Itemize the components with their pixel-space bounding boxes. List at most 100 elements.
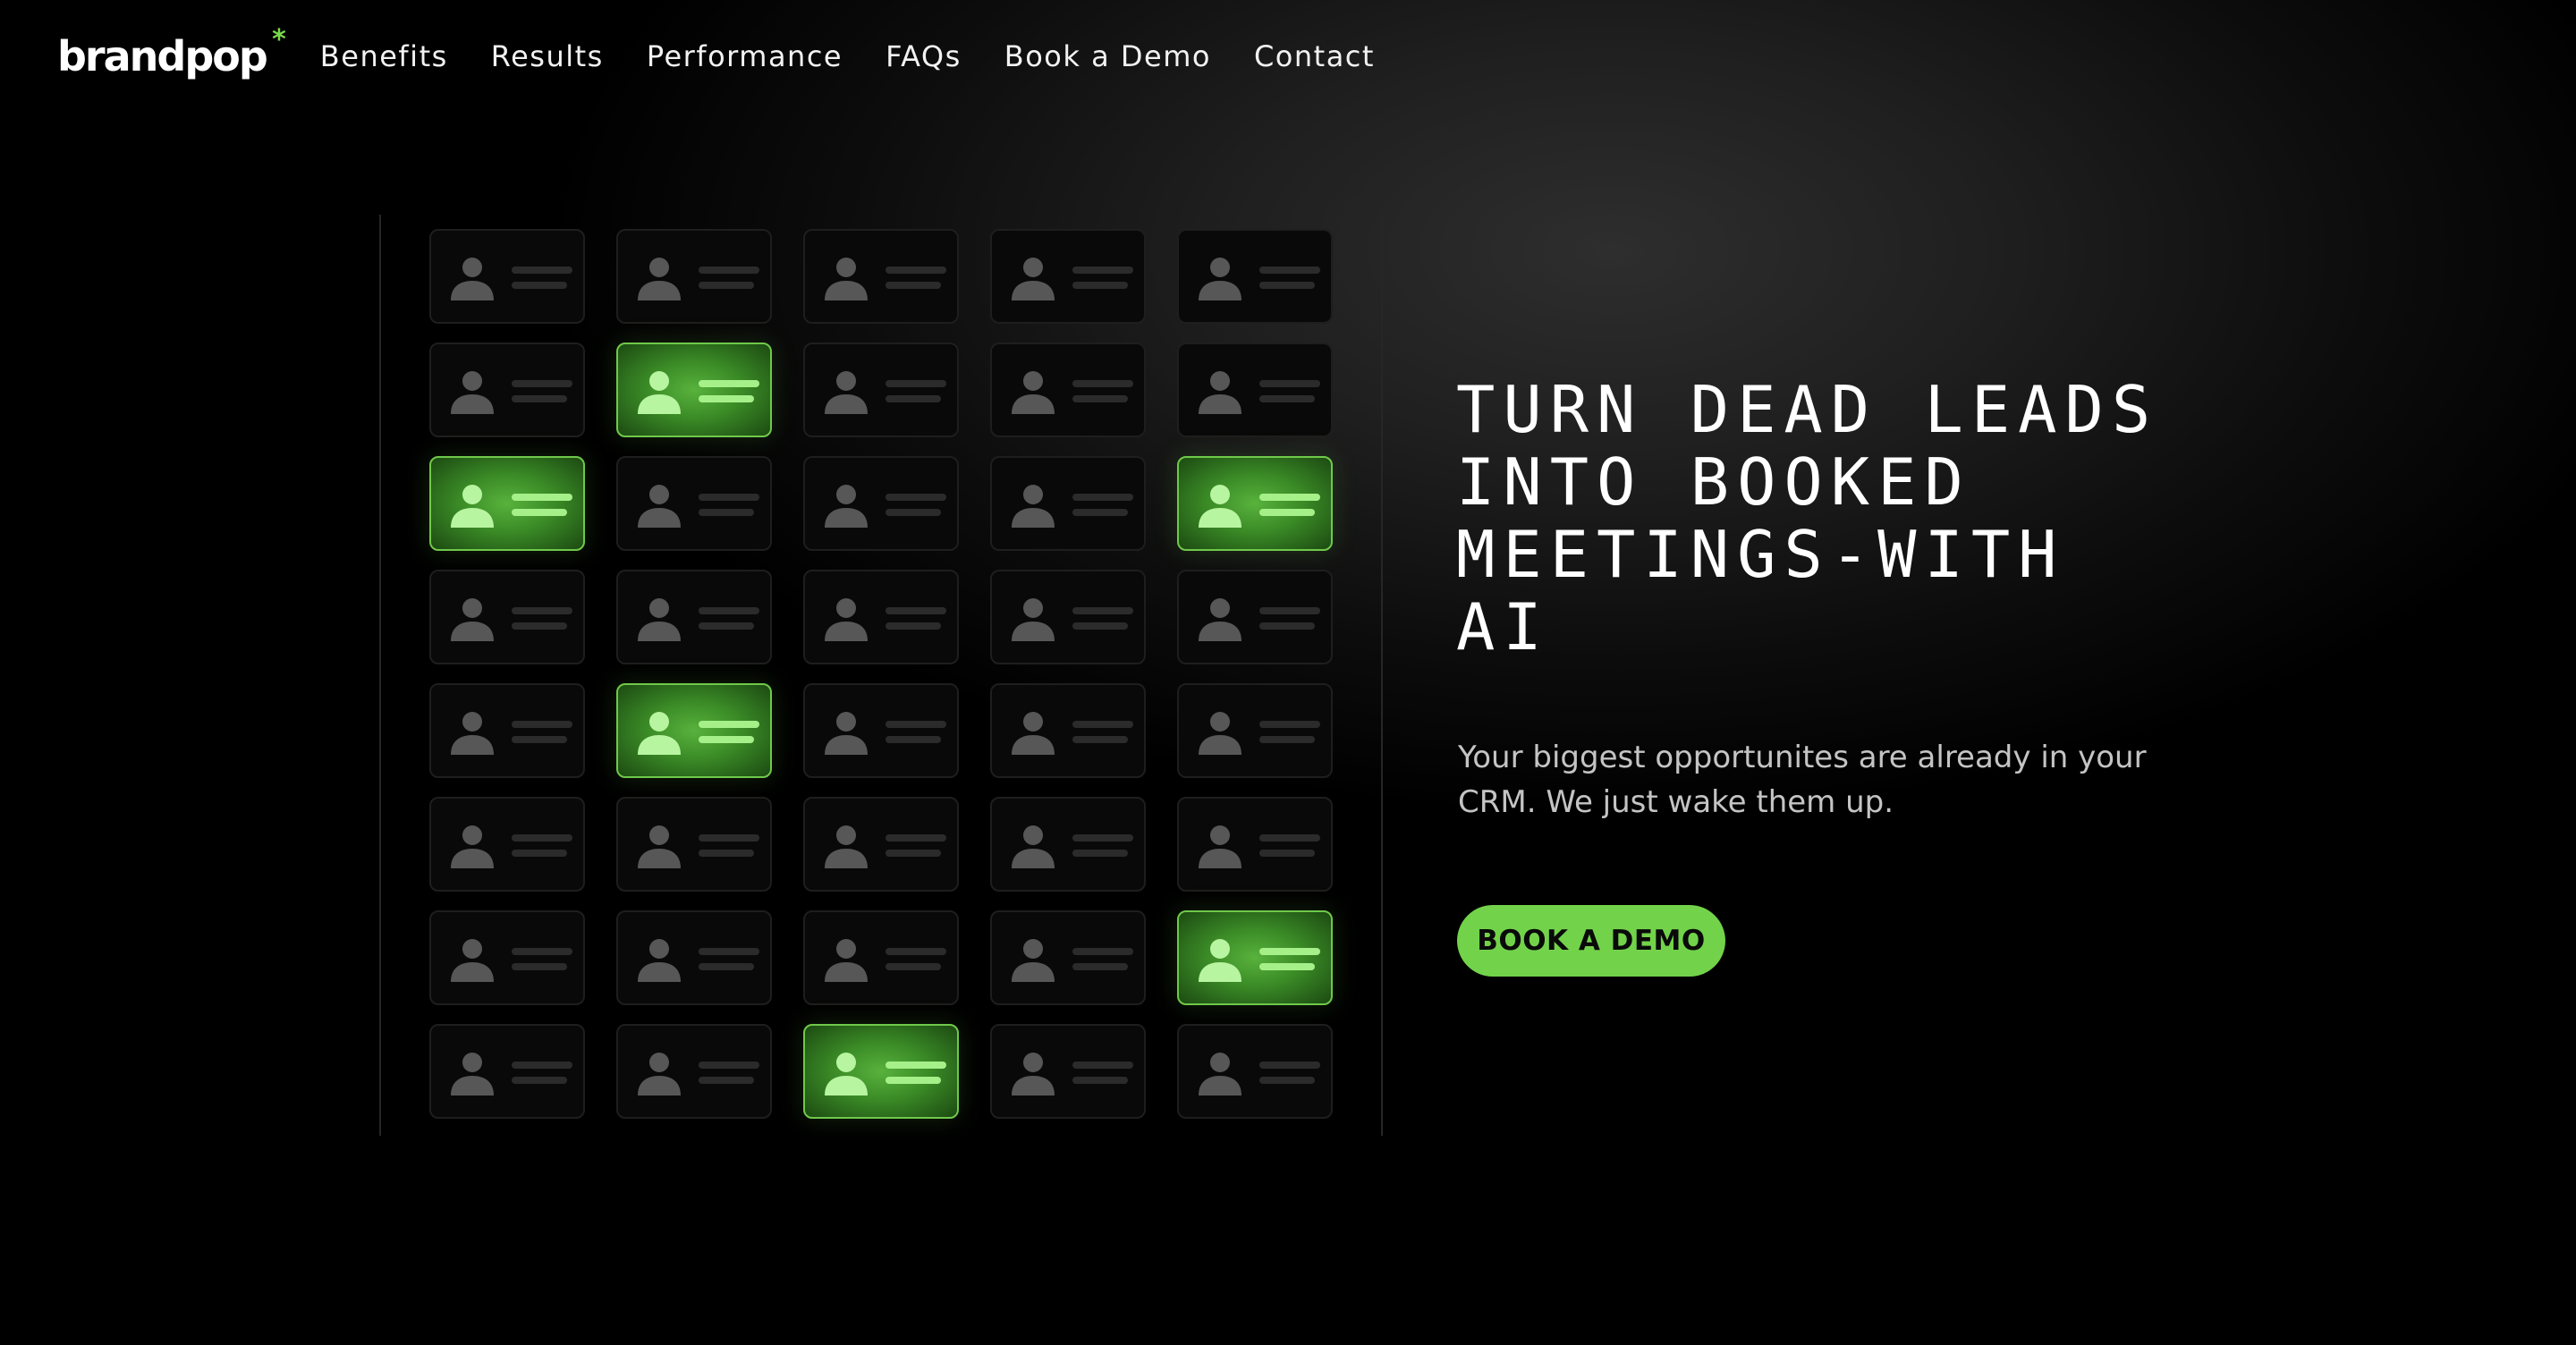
person-icon xyxy=(825,371,868,414)
text-placeholder-line xyxy=(886,509,941,516)
person-icon xyxy=(638,1053,681,1095)
lead-card xyxy=(803,683,959,778)
text-placeholder-line xyxy=(699,622,754,630)
text-placeholder-line xyxy=(886,850,941,857)
nav-link-faqs[interactable]: FAQs xyxy=(886,39,962,73)
lead-card-highlighted xyxy=(803,1024,959,1119)
hero-title-line: AI xyxy=(1456,589,1550,664)
text-placeholder-line xyxy=(512,380,572,387)
hero-title-line: TURN DEAD LEADS xyxy=(1456,372,2159,447)
text-placeholder-line xyxy=(699,266,759,274)
lead-card xyxy=(616,456,772,551)
lead-card xyxy=(990,797,1146,892)
lead-card-grid xyxy=(429,229,1333,1119)
person-icon xyxy=(451,598,494,641)
nav-links: Benefits Results Performance FAQs Book a… xyxy=(320,39,1375,73)
person-icon xyxy=(1012,825,1055,868)
text-placeholder-line xyxy=(512,963,567,970)
hero-title-line: INTO BOOKED xyxy=(1456,444,1971,520)
person-icon xyxy=(1199,371,1241,414)
text-placeholder-line xyxy=(886,494,946,501)
lead-card-highlighted xyxy=(616,343,772,437)
person-icon xyxy=(1012,939,1055,982)
person-icon xyxy=(638,825,681,868)
lead-card xyxy=(990,1024,1146,1119)
text-placeholder-line xyxy=(699,380,759,387)
text-placeholder-line xyxy=(886,963,941,970)
nav-link-performance[interactable]: Performance xyxy=(647,39,843,73)
lead-card xyxy=(1177,570,1333,664)
lead-card-highlighted xyxy=(1177,910,1333,1005)
lead-card xyxy=(429,797,585,892)
person-icon xyxy=(1012,485,1055,528)
brand-logo[interactable]: brandpop * xyxy=(57,27,286,78)
logo-asterisk-icon: * xyxy=(272,24,286,55)
lead-card xyxy=(1177,797,1333,892)
text-placeholder-line xyxy=(512,850,567,857)
lead-card-highlighted xyxy=(616,683,772,778)
lead-card xyxy=(990,683,1146,778)
top-navigation: brandpop * Benefits Results Performance F… xyxy=(57,27,1375,86)
lead-card xyxy=(803,570,959,664)
nav-link-results[interactable]: Results xyxy=(491,39,604,73)
text-placeholder-line xyxy=(512,721,572,728)
text-placeholder-line xyxy=(1259,948,1320,955)
text-placeholder-line xyxy=(699,282,754,289)
person-icon xyxy=(825,1053,868,1095)
hero-title-line: MEETINGS-WITH xyxy=(1456,517,2065,592)
lead-card xyxy=(616,570,772,664)
text-placeholder-line xyxy=(1072,380,1133,387)
text-placeholder-line xyxy=(1072,395,1128,402)
text-placeholder-line xyxy=(1259,850,1315,857)
person-icon xyxy=(638,939,681,982)
lead-card xyxy=(429,570,585,664)
text-placeholder-line xyxy=(1259,282,1315,289)
text-placeholder-line xyxy=(1072,948,1133,955)
person-icon xyxy=(1199,598,1241,641)
text-placeholder-line xyxy=(1259,622,1315,630)
nav-link-contact[interactable]: Contact xyxy=(1254,39,1375,73)
text-placeholder-line xyxy=(512,622,567,630)
person-icon xyxy=(825,825,868,868)
lead-card xyxy=(616,229,772,324)
book-a-demo-button[interactable]: BOOK A DEMO xyxy=(1457,905,1725,977)
text-placeholder-line xyxy=(699,834,759,842)
text-placeholder-line xyxy=(512,948,572,955)
person-icon xyxy=(451,371,494,414)
text-placeholder-line xyxy=(699,963,754,970)
person-icon xyxy=(451,258,494,300)
lead-card xyxy=(990,343,1146,437)
text-placeholder-line xyxy=(1259,266,1320,274)
nav-link-benefits[interactable]: Benefits xyxy=(320,39,448,73)
text-placeholder-line xyxy=(886,622,941,630)
lead-card xyxy=(990,910,1146,1005)
text-placeholder-line xyxy=(1259,380,1320,387)
person-icon xyxy=(1012,598,1055,641)
person-icon xyxy=(638,371,681,414)
text-placeholder-line xyxy=(699,395,754,402)
person-icon xyxy=(1199,485,1241,528)
lead-card xyxy=(616,910,772,1005)
text-placeholder-line xyxy=(886,1062,946,1069)
text-placeholder-line xyxy=(1072,1062,1133,1069)
text-placeholder-line xyxy=(512,834,572,842)
text-placeholder-line xyxy=(699,736,754,743)
text-placeholder-line xyxy=(886,834,946,842)
lead-card xyxy=(1177,229,1333,324)
text-placeholder-line xyxy=(886,282,941,289)
lead-card xyxy=(990,229,1146,324)
lead-card xyxy=(990,456,1146,551)
text-placeholder-line xyxy=(1259,509,1315,516)
text-placeholder-line xyxy=(886,721,946,728)
person-icon xyxy=(451,825,494,868)
lead-card xyxy=(429,229,585,324)
nav-link-book-a-demo[interactable]: Book a Demo xyxy=(1004,39,1211,73)
lead-card xyxy=(1177,343,1333,437)
text-placeholder-line xyxy=(1072,622,1128,630)
person-icon xyxy=(638,712,681,755)
text-placeholder-line xyxy=(512,266,572,274)
text-placeholder-line xyxy=(1072,266,1133,274)
text-placeholder-line xyxy=(1072,834,1133,842)
person-icon xyxy=(825,258,868,300)
text-placeholder-line xyxy=(1259,1077,1315,1084)
